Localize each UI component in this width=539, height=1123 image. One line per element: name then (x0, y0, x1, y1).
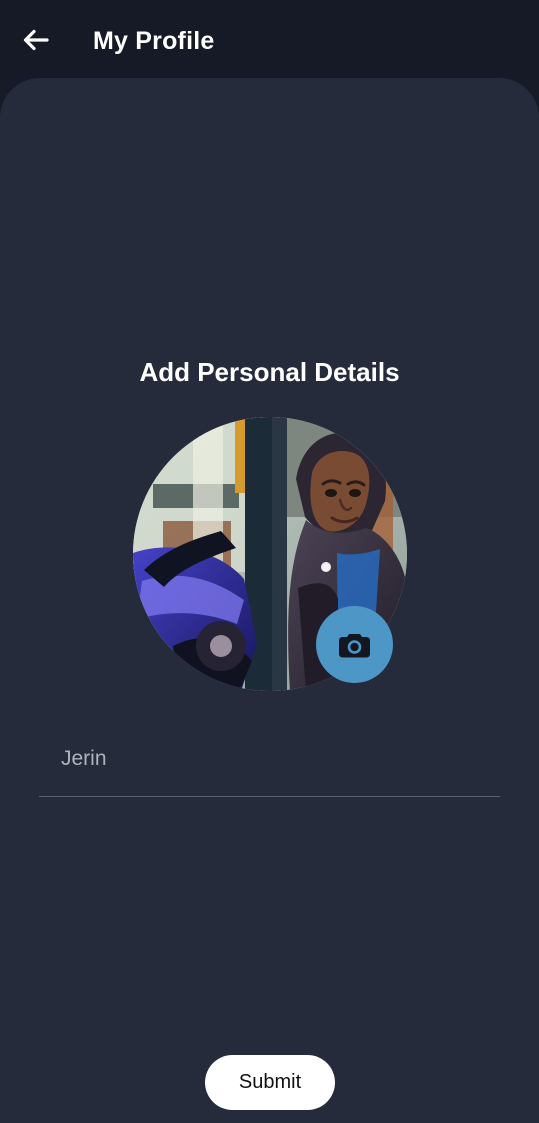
change-photo-button[interactable] (316, 606, 393, 683)
name-input-value: Jerin (61, 747, 107, 770)
back-button[interactable] (16, 22, 54, 58)
profile-screen: My Profile Add Personal Details Jerin Su… (0, 0, 539, 1123)
arrow-left-icon (23, 29, 49, 51)
camera-icon (339, 634, 370, 658)
name-input[interactable]: Jerin (39, 732, 500, 797)
section-heading: Add Personal Details (139, 357, 400, 387)
app-bar: My Profile (0, 0, 539, 80)
page-title: My Profile (93, 27, 215, 55)
submit-button[interactable]: Submit (205, 1055, 335, 1110)
